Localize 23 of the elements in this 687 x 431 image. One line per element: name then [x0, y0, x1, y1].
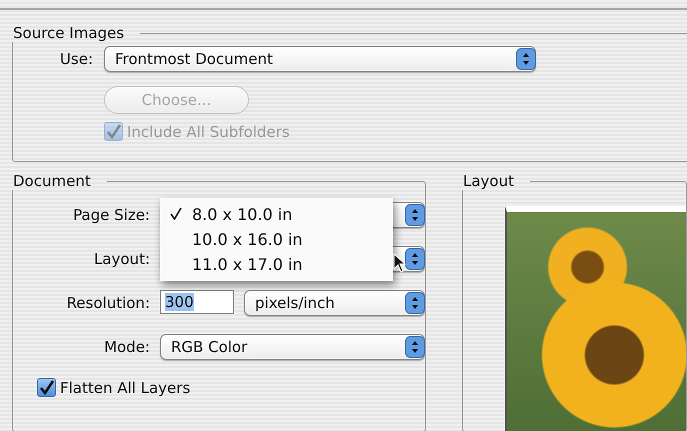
popup-menu[interactable]: RGB Color — [160, 334, 425, 360]
popup-menu[interactable]: pixels/inch — [244, 290, 425, 316]
popup-arrows-icon — [405, 336, 425, 358]
field-label: Use: — [58, 50, 93, 68]
checkbox[interactable] — [37, 378, 56, 397]
checkbox-label: Flatten All Layers — [60, 378, 190, 396]
menu-item[interactable]: 11.0 x 17.0 in — [160, 252, 393, 277]
field-label: Resolution: — [66, 294, 150, 312]
menu-item[interactable]: 8.0 x 10.0 in — [160, 202, 393, 227]
field-label: Mode: — [103, 338, 150, 356]
group-title: Layout — [462, 172, 515, 190]
checkbox-label: Include All Subfolders — [127, 122, 290, 140]
popup-arrows-icon — [405, 248, 425, 270]
popup-arrows-icon — [516, 48, 536, 70]
group-title: Document — [12, 172, 92, 190]
field-label: Layout: — [92, 250, 150, 268]
popup-arrows-icon — [405, 204, 425, 226]
menu-item[interactable]: 10.0 x 16.0 in — [160, 227, 393, 252]
group-title: Source Images — [12, 24, 126, 42]
popup-menu[interactable]: Frontmost Document — [104, 46, 536, 72]
popup-arrows-icon — [405, 292, 425, 314]
resolution-field[interactable]: 300 — [160, 290, 234, 314]
field-label: Page Size: — [72, 206, 150, 224]
